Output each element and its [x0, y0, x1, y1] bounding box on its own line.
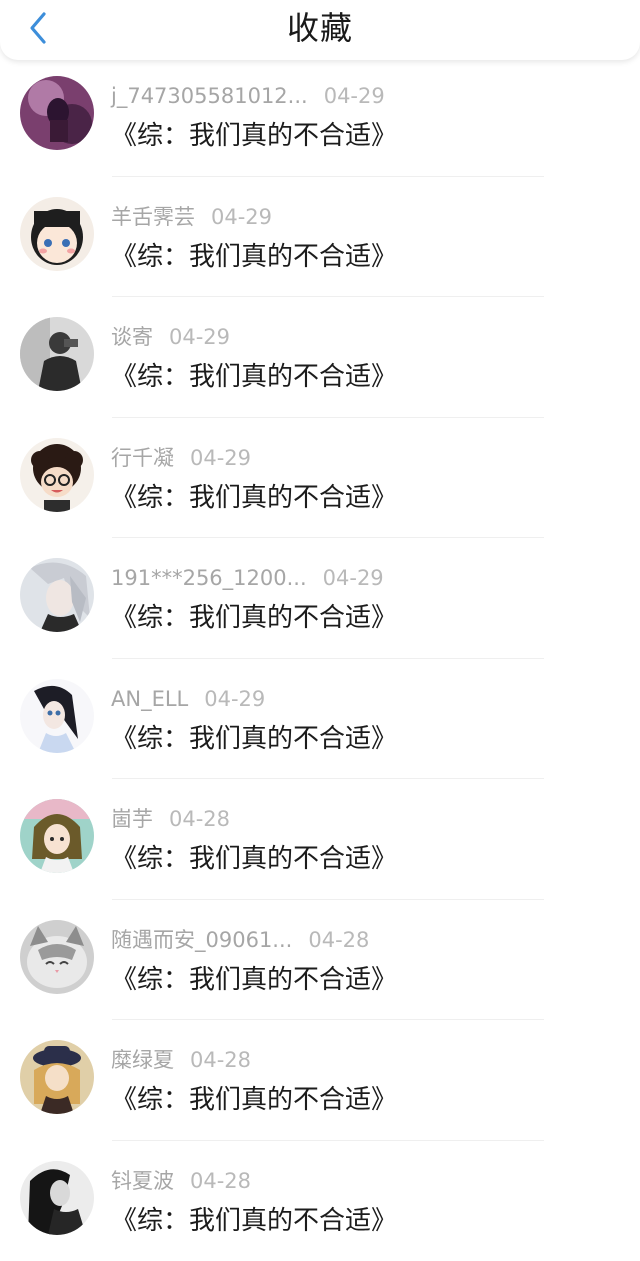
item-meta: 随遇而安_09061... 04-28	[111, 924, 369, 956]
list-item[interactable]: 谈寄 04-29 《综：我们真的不合适》	[0, 297, 640, 418]
username[interactable]: 钭夏波	[111, 1165, 174, 1197]
avatar[interactable]	[20, 1161, 94, 1235]
avatar[interactable]	[20, 679, 94, 753]
item-meta: j_747305581012... 04-29	[111, 80, 385, 112]
list-item[interactable]: 随遇而安_09061... 04-28 《综：我们真的不合适》	[0, 900, 640, 1021]
date: 04-29	[324, 80, 385, 112]
list-item[interactable]: 崮芋 04-28 《综：我们真的不合适》	[0, 779, 640, 900]
avatar[interactable]	[20, 438, 94, 512]
date: 04-29	[204, 683, 265, 715]
avatar[interactable]	[20, 920, 94, 994]
item-meta: 行千凝 04-29	[111, 442, 251, 474]
list-item[interactable]: 行千凝 04-29 《综：我们真的不合适》	[0, 418, 640, 539]
avatar[interactable]	[20, 558, 94, 632]
username[interactable]: 谈寄	[111, 321, 153, 353]
avatar-icon	[20, 317, 94, 391]
avatar[interactable]	[20, 1040, 94, 1114]
book-title[interactable]: 《综：我们真的不合适》	[111, 721, 397, 757]
username[interactable]: 行千凝	[111, 442, 174, 474]
avatar-icon	[20, 799, 94, 873]
username[interactable]: j_747305581012...	[111, 80, 308, 112]
book-title[interactable]: 《综：我们真的不合适》	[111, 480, 397, 516]
book-title[interactable]: 《综：我们真的不合适》	[111, 359, 397, 395]
date: 04-29	[211, 201, 272, 233]
list-item[interactable]: 191***256_1200... 04-29 《综：我们真的不合适》	[0, 538, 640, 659]
item-meta: 谈寄 04-29	[111, 321, 230, 353]
list-item[interactable]: AN_ELL 04-29 《综：我们真的不合适》	[0, 659, 640, 780]
username[interactable]: 糜绿夏	[111, 1044, 174, 1076]
username[interactable]: 崮芋	[111, 803, 153, 835]
item-meta: 羊舌霁芸 04-29	[111, 201, 272, 233]
book-title[interactable]: 《综：我们真的不合适》	[111, 1082, 397, 1118]
avatar-icon	[20, 438, 94, 512]
avatar[interactable]	[20, 197, 94, 271]
book-title[interactable]: 《综：我们真的不合适》	[111, 600, 397, 636]
date: 04-29	[190, 442, 251, 474]
username[interactable]: 随遇而安_09061...	[111, 924, 292, 956]
date: 04-29	[323, 562, 384, 594]
date: 04-29	[169, 321, 230, 353]
page-title: 收藏	[0, 6, 640, 50]
list-item[interactable]: 糜绿夏 04-28 《综：我们真的不合适》	[0, 1020, 640, 1141]
header-bar: 收藏	[0, 0, 640, 60]
avatar-icon	[20, 1040, 94, 1114]
avatar[interactable]	[20, 799, 94, 873]
book-title[interactable]: 《综：我们真的不合适》	[111, 239, 397, 275]
avatar-icon	[20, 679, 94, 753]
avatar-icon	[20, 1161, 94, 1235]
item-meta: 崮芋 04-28	[111, 803, 230, 835]
date: 04-28	[169, 803, 230, 835]
date: 04-28	[308, 924, 369, 956]
avatar-icon	[20, 920, 94, 994]
book-title[interactable]: 《综：我们真的不合适》	[111, 118, 397, 154]
item-meta: 191***256_1200... 04-29	[111, 562, 384, 594]
date: 04-28	[190, 1165, 251, 1197]
item-meta: 糜绿夏 04-28	[111, 1044, 251, 1076]
book-title[interactable]: 《综：我们真的不合适》	[111, 841, 397, 877]
avatar-icon	[20, 76, 94, 150]
username[interactable]: 羊舌霁芸	[111, 201, 195, 233]
book-title[interactable]: 《综：我们真的不合适》	[111, 962, 397, 998]
favorites-list: j_747305581012... 04-29 《综：我们真的不合适》 羊舌霁芸 0…	[0, 56, 640, 1261]
avatar[interactable]	[20, 76, 94, 150]
list-item[interactable]: j_747305581012... 04-29 《综：我们真的不合适》	[0, 56, 640, 177]
item-meta: 钭夏波 04-28	[111, 1165, 251, 1197]
avatar-icon	[20, 197, 94, 271]
date: 04-28	[190, 1044, 251, 1076]
item-meta: AN_ELL 04-29	[111, 683, 265, 715]
avatar[interactable]	[20, 317, 94, 391]
avatar-icon	[20, 558, 94, 632]
book-title[interactable]: 《综：我们真的不合适》	[111, 1203, 397, 1239]
list-item[interactable]: 羊舌霁芸 04-29 《综：我们真的不合适》	[0, 177, 640, 298]
list-item[interactable]: 钭夏波 04-28 《综：我们真的不合适》	[0, 1141, 640, 1261]
username[interactable]: AN_ELL	[111, 683, 188, 715]
username[interactable]: 191***256_1200...	[111, 562, 307, 594]
